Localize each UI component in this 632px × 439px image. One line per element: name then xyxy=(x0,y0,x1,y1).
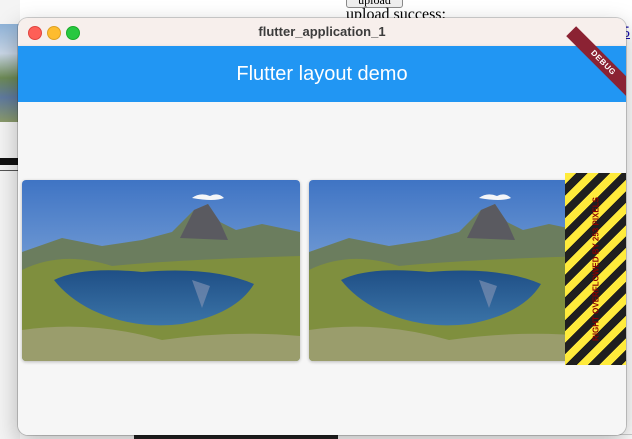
background-divider-line xyxy=(0,170,20,171)
window-titlebar[interactable]: flutter_application_1 xyxy=(18,18,626,47)
image-card xyxy=(22,180,300,361)
window-title: flutter_application_1 xyxy=(258,24,386,39)
app-bar-title: Flutter layout demo xyxy=(236,63,408,85)
overflow-warning-text: RIGHT OVERFLOWED BY 253 PIXELS xyxy=(591,197,600,341)
mountain-lake-image xyxy=(22,180,300,361)
mountain-lake-image xyxy=(309,180,587,361)
image-card xyxy=(309,180,587,361)
app-window: flutter_application_1 Flutter layout dem… xyxy=(18,18,626,435)
app-bar: Flutter layout demo xyxy=(18,46,626,102)
app-body: RIGHT OVERFLOWED BY 253 PIXELS xyxy=(18,102,626,435)
background-thumbnail-image xyxy=(0,24,20,122)
background-divider xyxy=(0,158,20,165)
overflow-warning: RIGHT OVERFLOWED BY 253 PIXELS xyxy=(565,173,626,365)
